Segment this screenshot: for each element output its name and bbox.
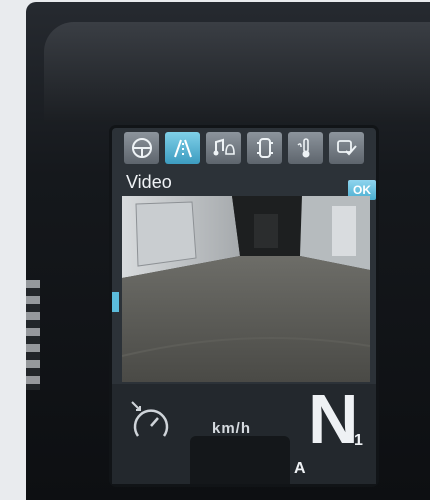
car-top-icon (256, 138, 273, 158)
camera-feed (122, 196, 370, 382)
side-scroll-tab[interactable] (112, 292, 119, 312)
gear-number: 1 (354, 432, 363, 449)
video-camera-button[interactable] (165, 132, 200, 164)
status-bar: km/h N 1 A (112, 384, 376, 484)
drive-mode: A (294, 460, 306, 477)
infotainment-screen: Video OK km/h N 1 A (112, 128, 376, 484)
climate-button[interactable] (288, 132, 323, 164)
temperature-icon (296, 138, 309, 158)
speed-unit: km/h (212, 420, 252, 437)
vehicle-button[interactable] (247, 132, 282, 164)
settings-check-icon (336, 140, 357, 156)
speedometer-icon (131, 401, 169, 437)
audio-button[interactable] (206, 132, 241, 164)
music-bell-icon (213, 138, 235, 156)
steering-wheel-icon (131, 138, 152, 158)
instrument-hood (44, 22, 430, 122)
settings-button[interactable] (329, 132, 364, 164)
left-trim (26, 280, 40, 390)
gear-indicator: N (308, 380, 359, 458)
road-camera-icon (173, 139, 192, 158)
steering-wheel-button[interactable] (124, 132, 159, 164)
speed-readout-box (190, 436, 290, 484)
camera-image (122, 196, 370, 382)
screen-title: Video (126, 172, 172, 192)
menu-toolbar (124, 132, 372, 164)
